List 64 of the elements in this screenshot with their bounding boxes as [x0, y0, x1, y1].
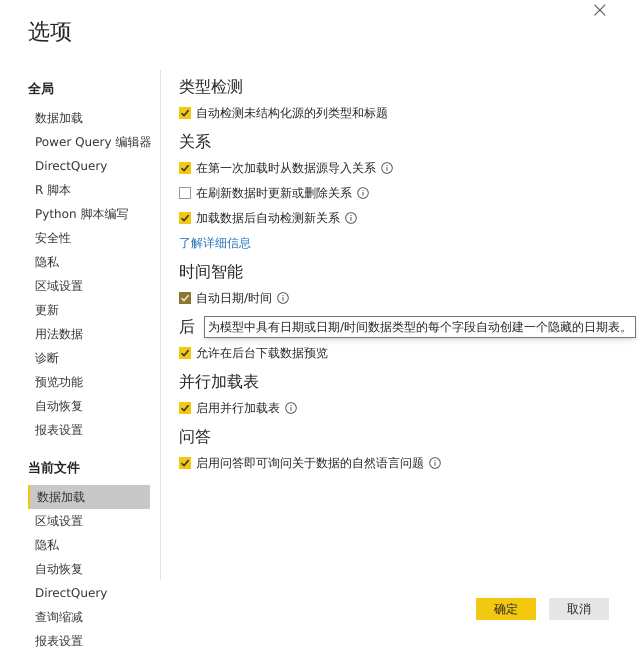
- cancel-button[interactable]: 取消: [549, 598, 609, 620]
- sidebar-item[interactable]: 自动恢复: [28, 557, 150, 581]
- checkbox-label: 允许在后台下载数据预览: [196, 344, 328, 362]
- sidebar-heading: 当前文件: [28, 460, 81, 478]
- checkbox[interactable]: [179, 212, 191, 224]
- sidebar-item[interactable]: Python 脚本编写: [28, 202, 150, 226]
- section-heading: 问答: [179, 426, 211, 448]
- sidebar-item[interactable]: 预览功能: [28, 370, 150, 394]
- sidebar-item[interactable]: 区域设置: [28, 274, 150, 298]
- ok-button[interactable]: 确定: [476, 598, 536, 620]
- check-icon: [180, 162, 190, 172]
- checkbox[interactable]: [179, 346, 191, 358]
- checkbox-label: 启用并行加载表: [196, 400, 280, 416]
- sidebar-item[interactable]: 更新: [28, 298, 150, 322]
- section-heading: 并行加载表: [179, 370, 259, 392]
- sidebar-item[interactable]: 数据加载: [28, 106, 150, 130]
- checkbox[interactable]: [179, 402, 191, 414]
- checkbox-label: 自动检测未结构化源的列类型和标题: [196, 104, 388, 122]
- sidebar-item[interactable]: 区域设置: [28, 509, 150, 533]
- close-button[interactable]: ×: [590, 0, 609, 22]
- checkbox-label: 在刷新数据时更新或删除关系: [196, 184, 352, 202]
- sidebar-item[interactable]: R 脚本: [28, 178, 150, 202]
- check-icon: [180, 108, 190, 118]
- sidebar-item[interactable]: DirectQuery: [28, 154, 150, 178]
- checkbox-label: 在第一次加载时从数据源导入关系: [196, 160, 376, 176]
- sidebar-item[interactable]: 报表设置: [28, 418, 150, 442]
- sidebar-item[interactable]: DirectQuery: [28, 581, 150, 605]
- info-icon[interactable]: [357, 186, 369, 198]
- sidebar-item[interactable]: 自动恢复: [28, 394, 150, 418]
- tooltip: 为模型中具有日期或日期/时间数据类型的每个字段自动创建一个隐藏的日期表。: [204, 316, 636, 338]
- sidebar-item[interactable]: 隐私: [28, 533, 150, 557]
- check-icon: [180, 212, 190, 222]
- checkbox[interactable]: [179, 106, 191, 118]
- check-icon: [180, 458, 190, 468]
- info-icon[interactable]: [277, 292, 290, 304]
- dialog-title: 选项: [28, 19, 72, 47]
- info-icon[interactable]: [429, 456, 441, 468]
- checkbox-label: 启用问答即可询问关于数据的自然语言问题: [196, 454, 424, 472]
- sidebar-item[interactable]: 安全性: [28, 226, 150, 250]
- checkbox[interactable]: [179, 456, 191, 468]
- sidebar-item[interactable]: 用法数据: [28, 322, 150, 346]
- checkbox-label: 自动日期/时间: [196, 290, 272, 306]
- sidebar-item[interactable]: 报表设置: [28, 629, 150, 649]
- sidebar-item[interactable]: 隐私: [28, 250, 150, 274]
- learn-more-link[interactable]: 了解详细信息: [179, 230, 251, 255]
- checkbox[interactable]: [179, 162, 191, 174]
- checkbox[interactable]: [179, 292, 191, 304]
- sidebar-item[interactable]: 查询缩减: [28, 605, 150, 629]
- section-heading: 关系: [179, 130, 211, 152]
- sidebar-item[interactable]: 诊断: [28, 346, 150, 370]
- info-icon[interactable]: [345, 212, 357, 224]
- info-icon[interactable]: [381, 162, 393, 174]
- check-icon: [180, 348, 190, 358]
- sidebar-item[interactable]: Power Query 编辑器: [28, 130, 150, 154]
- checkbox[interactable]: [179, 186, 191, 198]
- sidebar-item[interactable]: 数据加载: [28, 485, 150, 509]
- section-heading: 后: [179, 316, 195, 338]
- check-icon: [180, 402, 190, 412]
- sidebar-heading: 全局: [28, 81, 55, 100]
- info-icon[interactable]: [285, 402, 297, 414]
- check-icon: [180, 292, 190, 302]
- checkbox-label: 加载数据后自动检测新关系: [196, 210, 340, 226]
- section-heading: 时间智能: [179, 260, 243, 282]
- section-heading: 类型检测: [179, 76, 243, 98]
